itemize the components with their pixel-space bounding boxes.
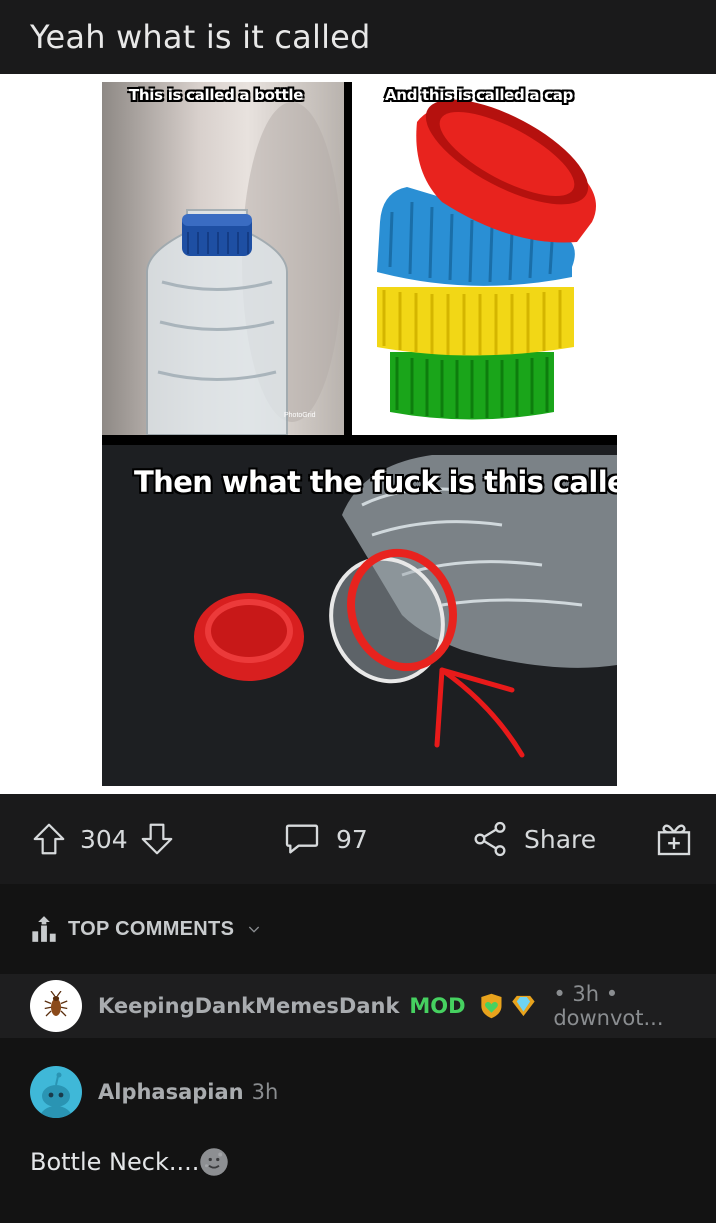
moon-face-emoji-icon (200, 1148, 229, 1176)
mod-badge: MOD (409, 994, 466, 1018)
comment-header: Alphasapian 3h (30, 1066, 278, 1118)
caption-cap: And this is called a cap (385, 86, 574, 104)
comments-button[interactable]: 97 (282, 794, 368, 884)
watermark-text: PhotoGrid (284, 412, 316, 419)
sort-label: TOP COMMENTS (68, 917, 235, 940)
meme-panel-bottle: PhotoGrid This is called a bottle (102, 82, 344, 435)
upvote-icon[interactable] (30, 820, 68, 858)
gift-award-icon (657, 824, 691, 856)
meme-panel-neck: Then what the fuck is this called (102, 445, 617, 786)
snoo-avatar-icon (40, 1072, 72, 1118)
share-icon (474, 821, 506, 857)
bottle-illustration: PhotoGrid (146, 102, 342, 435)
top-sort-icon (32, 916, 56, 942)
vote-count: 304 (80, 824, 128, 854)
downvote-icon[interactable] (138, 820, 176, 858)
post-title: Yeah what is it called (30, 18, 371, 56)
avatar[interactable] (30, 980, 82, 1032)
mod-comment-meta: • 3h • downvot... (553, 982, 664, 1030)
post-action-bar: 304 97 Share (0, 794, 716, 884)
comment-sort-selector[interactable]: TOP COMMENTS (0, 884, 716, 974)
meme-image[interactable]: PhotoGrid This is called a bottle And th… (102, 82, 617, 786)
comment-username[interactable]: Alphasapian (98, 1080, 244, 1104)
share-button[interactable]: Share (470, 794, 596, 884)
heart-shield-award-icon[interactable] (478, 991, 505, 1021)
caps-illustration (377, 99, 596, 420)
cockroach-avatar-icon (44, 991, 68, 1017)
chevron-down-icon (249, 926, 260, 933)
caption-question: Then what the fuck is this called (134, 465, 617, 499)
avatar[interactable] (30, 1066, 82, 1118)
mod-comment-collapsed[interactable]: KeepingDankMemesDank MOD • 3h • downvot.… (0, 974, 716, 1038)
post-media[interactable]: PhotoGrid This is called a bottle And th… (0, 74, 716, 794)
comment-time: 3h (251, 1080, 279, 1104)
comment-text: Bottle Neck.... (30, 1148, 200, 1176)
mod-username[interactable]: KeepingDankMemesDank (98, 994, 399, 1018)
comment-icon (285, 824, 319, 854)
post-title-bar: Yeah what is it called (0, 0, 716, 74)
share-label: Share (524, 824, 597, 854)
caption-bottle: This is called a bottle (129, 86, 304, 104)
comment: Alphasapian 3h Bottle Neck.... (0, 1050, 716, 1223)
comment-count: 97 (336, 824, 368, 854)
comment-body: Bottle Neck.... (30, 1147, 229, 1177)
meme-panel-caps: And this is called a cap (352, 82, 617, 435)
diamond-award-icon[interactable] (510, 991, 537, 1021)
award-button[interactable] (654, 794, 694, 884)
